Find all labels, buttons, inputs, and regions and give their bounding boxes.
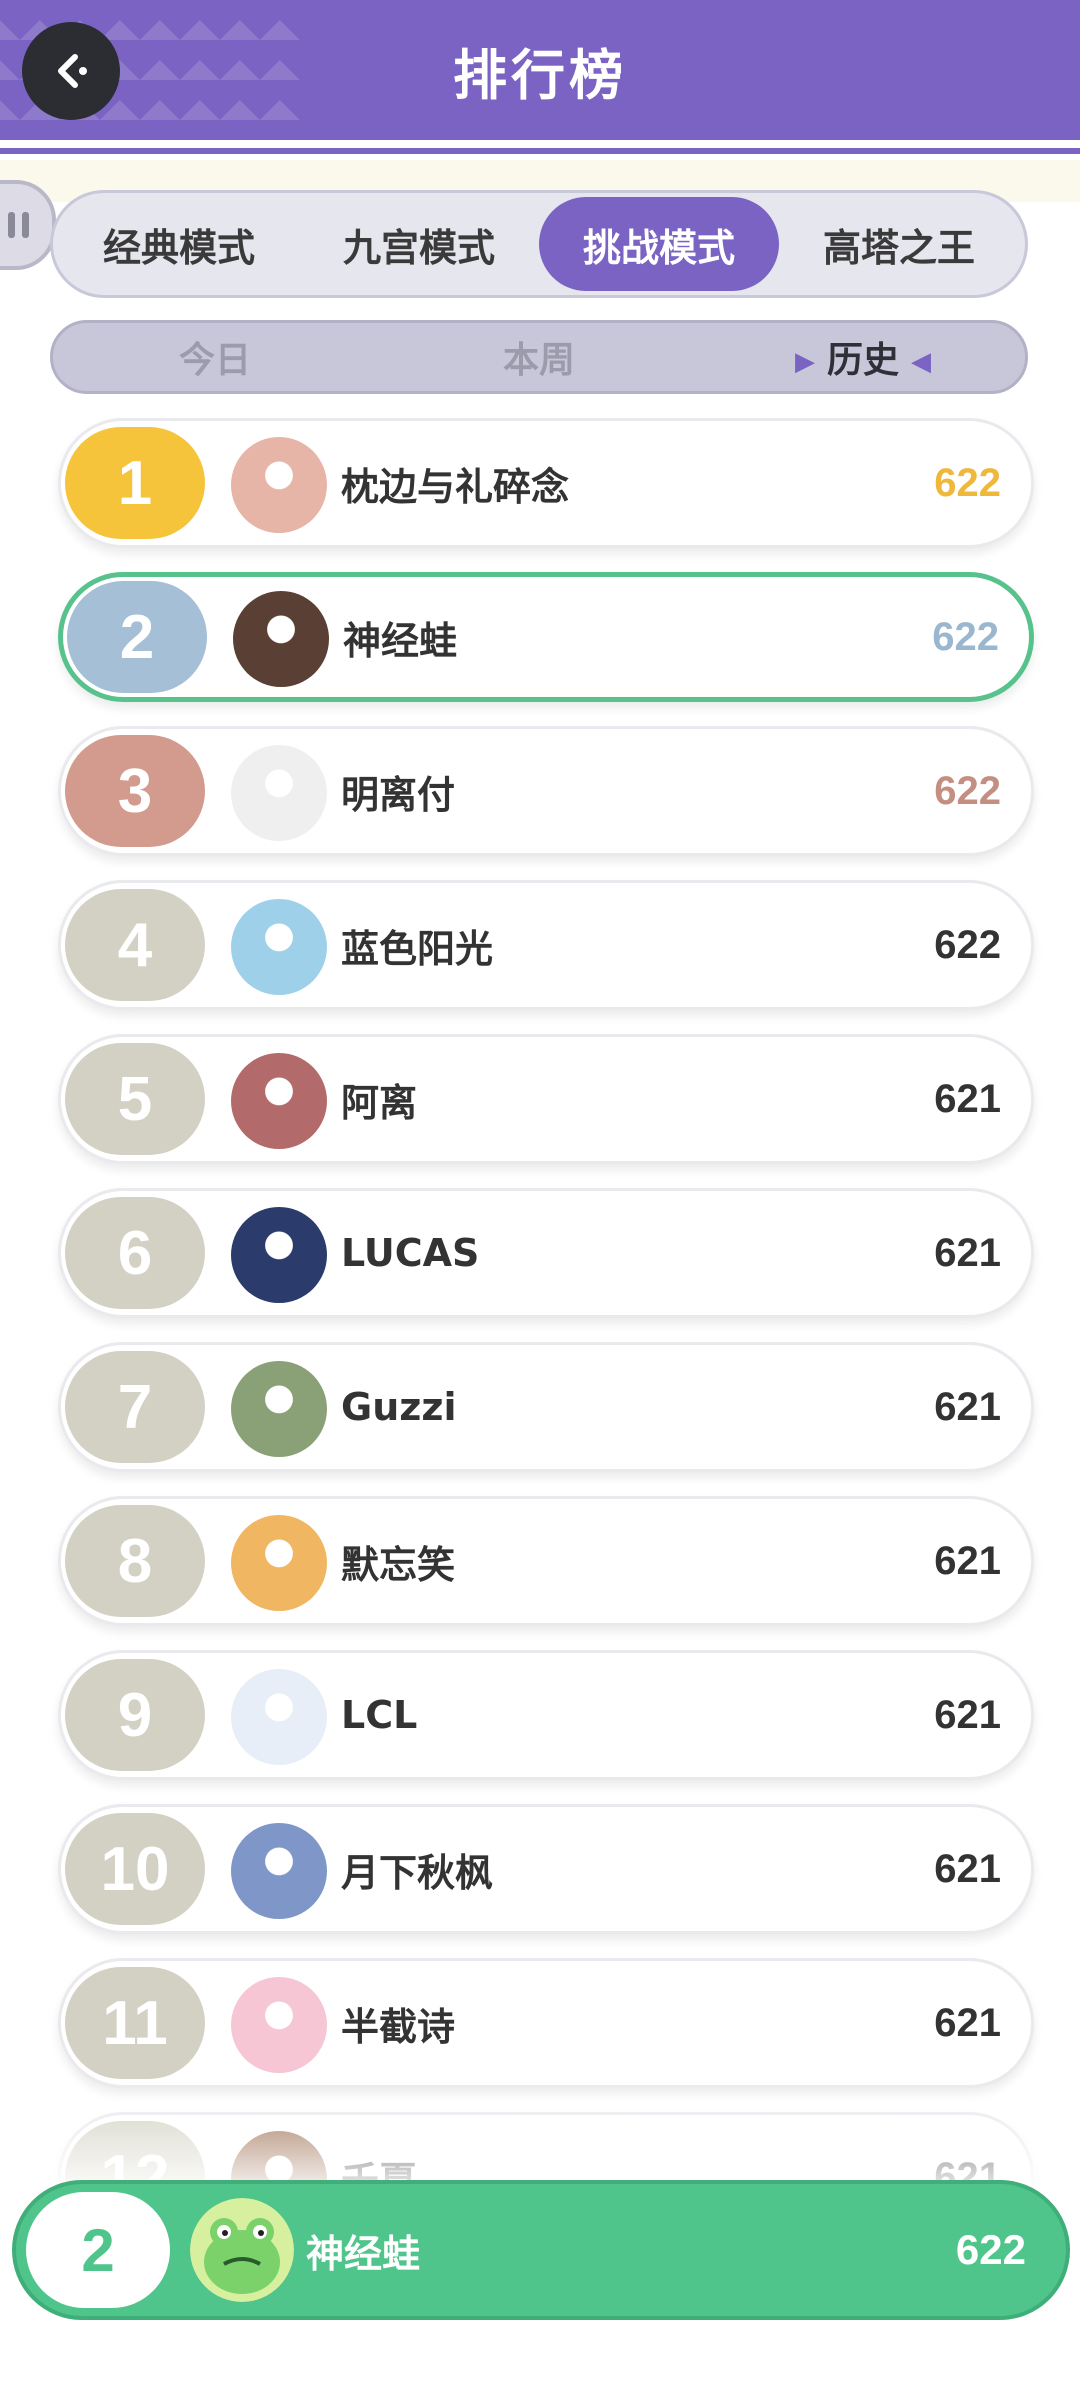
header-bar: 排行榜 [0, 0, 1080, 140]
my-avatar [190, 2198, 294, 2302]
arrow-right-icon: ▶ [794, 347, 815, 377]
user-avatar[interactable] [231, 745, 327, 841]
leaderboard-row[interactable]: 1 枕边与礼碎念 622 [58, 418, 1034, 548]
user-name: 默忘笑 [341, 1542, 456, 1587]
user-avatar[interactable] [231, 1361, 327, 1457]
user-name: 枕边与礼碎念 [341, 464, 570, 509]
tab-tower-king[interactable]: 高塔之王 [779, 197, 1019, 291]
user-score: 621 [934, 1538, 1001, 1583]
leaderboard-row[interactable]: 4 蓝色阳光 622 [58, 880, 1034, 1010]
leaderboard-row[interactable]: 8 默忘笑 621 [58, 1496, 1034, 1626]
leaderboard-row[interactable]: 3 明离付 622 [58, 726, 1034, 856]
arrow-left-icon: ◀ [911, 347, 931, 377]
user-name: LUCAS [341, 1231, 480, 1275]
rank-badge: 7 [65, 1351, 205, 1463]
rank-badge: 5 [65, 1043, 205, 1155]
tab-today[interactable]: 今日 [53, 331, 377, 383]
user-avatar[interactable] [233, 591, 329, 687]
rank-badge: 1 [65, 427, 205, 539]
tab-challenge-mode[interactable]: 挑战模式 [539, 197, 779, 291]
user-name: 阿离 [341, 1080, 418, 1125]
mode-tabs: 经典模式 九宫模式 挑战模式 高塔之王 [50, 190, 1028, 298]
user-score: 621 [934, 2000, 1001, 2045]
rank-badge: 6 [65, 1197, 205, 1309]
leaderboard-row[interactable]: 11 半截诗 621 [58, 1958, 1034, 2088]
user-score: 622 [934, 768, 1001, 813]
tab-history[interactable]: ▶ 历史 ◀ [701, 331, 1025, 383]
leaderboard-list[interactable]: 1 枕边与礼碎念 622 2 神经蛙 622 3 明离付 622 4 蓝色阳光 622 5 阿离 621 6 L… [58, 418, 1034, 2266]
user-avatar[interactable] [231, 1977, 327, 2073]
user-avatar[interactable] [231, 1207, 327, 1303]
user-name: 蓝色阳光 [341, 926, 494, 971]
pause-icon [8, 212, 29, 238]
leaderboard-row[interactable]: 7 Guzzi 621 [58, 1342, 1034, 1472]
my-name: 神经蛙 [306, 2231, 421, 2276]
leaderboard-row[interactable]: 10 月下秋枫 621 [58, 1804, 1034, 1934]
user-avatar[interactable] [231, 1669, 327, 1765]
tab-classic-mode[interactable]: 经典模式 [59, 197, 299, 291]
user-score: 621 [934, 1230, 1001, 1275]
user-score: 622 [934, 460, 1001, 505]
user-name: 月下秋枫 [341, 1850, 494, 1895]
user-name: 神经蛙 [343, 618, 458, 663]
user-name: 半截诗 [341, 2004, 456, 2049]
user-name: 明离付 [341, 772, 456, 817]
user-score: 622 [932, 614, 999, 659]
user-name: Guzzi [341, 1385, 457, 1429]
user-avatar[interactable] [231, 437, 327, 533]
user-score: 621 [934, 1384, 1001, 1429]
user-avatar[interactable] [231, 1823, 327, 1919]
leaderboard-row[interactable]: 2 神经蛙 622 [58, 572, 1034, 702]
user-score: 621 [934, 1846, 1001, 1891]
back-button[interactable] [22, 22, 120, 120]
rank-badge: 8 [65, 1505, 205, 1617]
period-tabs: 今日 本周 ▶ 历史 ◀ [50, 320, 1028, 394]
back-arrow-icon [58, 54, 87, 88]
leaderboard-row[interactable]: 6 LUCAS 621 [58, 1188, 1034, 1318]
rank-badge: 3 [65, 735, 205, 847]
user-score: 621 [934, 1076, 1001, 1121]
tab-this-week[interactable]: 本周 [377, 331, 701, 383]
rank-badge: 11 [65, 1967, 205, 2079]
header-divider [0, 148, 1080, 154]
leaderboard-row[interactable]: 5 阿离 621 [58, 1034, 1034, 1164]
rank-badge: 10 [65, 1813, 205, 1925]
rank-badge: 9 [65, 1659, 205, 1771]
user-name: LCL [341, 1693, 418, 1737]
user-score: 622 [934, 922, 1001, 967]
user-avatar[interactable] [231, 1515, 327, 1611]
page-title: 排行榜 [453, 43, 627, 107]
rank-badge: 4 [65, 889, 205, 1001]
my-rank-number: 2 [26, 2192, 170, 2308]
leaderboard-row[interactable]: 9 LCL 621 [58, 1650, 1034, 1780]
my-rank-bar: 2 神经蛙 622 [12, 2180, 1070, 2320]
tab-history-label: 历史 [826, 340, 899, 381]
user-avatar[interactable] [231, 1053, 327, 1149]
rank-badge: 2 [67, 581, 207, 693]
user-avatar[interactable] [231, 899, 327, 995]
my-score: 622 [955, 2226, 1026, 2273]
user-score: 621 [934, 1692, 1001, 1737]
frog-icon [190, 2198, 294, 2302]
tab-nine-grid-mode[interactable]: 九宫模式 [299, 197, 539, 291]
